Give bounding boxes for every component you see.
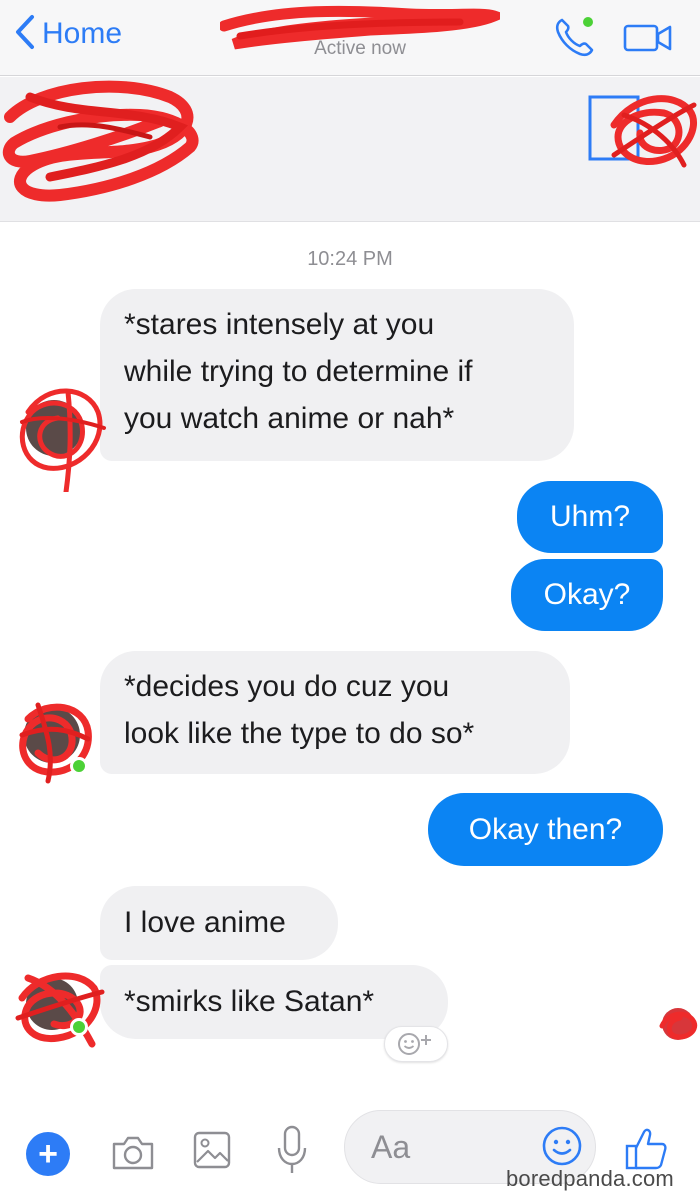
emoji-button[interactable] xyxy=(541,1125,583,1167)
outgoing-message-2[interactable]: Okay? xyxy=(511,559,663,631)
messenger-chat-screen: Home Active now 10:24 PM *stares intense… xyxy=(0,0,700,1200)
redacted-receipt-scribble xyxy=(659,1008,698,1040)
message-input[interactable] xyxy=(371,1125,541,1169)
online-indicator xyxy=(70,757,88,775)
message-timestamp: 10:24 PM xyxy=(307,248,393,270)
incoming-message-3[interactable]: I love anime xyxy=(100,886,338,960)
message-line: you watch anime or nah* xyxy=(124,402,455,435)
video-camera-icon xyxy=(623,24,672,52)
message-line: look like the type to do so* xyxy=(124,717,475,750)
message-line: *stares intensely at you xyxy=(124,308,435,341)
message-text: Okay then? xyxy=(468,813,623,846)
message-text: I love anime xyxy=(124,906,286,939)
camera-icon xyxy=(112,1136,154,1170)
incoming-message-1[interactable]: *stares intensely at you while trying to… xyxy=(100,289,574,461)
photo-button[interactable] xyxy=(192,1130,232,1170)
back-label: Home xyxy=(42,17,123,50)
message-text: Uhm? xyxy=(549,500,631,533)
read-receipt-avatar xyxy=(654,1000,700,1046)
message-text: Okay? xyxy=(543,578,631,611)
redacted-avatar-scribble xyxy=(15,972,105,1048)
contact-banner xyxy=(0,77,700,222)
message-line: *decides you do cuz you xyxy=(124,670,450,703)
conversation-title[interactable]: Active now xyxy=(220,4,500,70)
microphone-button[interactable] xyxy=(276,1124,308,1176)
top-nav-bar: Home Active now xyxy=(0,0,700,76)
online-indicator xyxy=(70,1018,88,1036)
chevron-left-icon xyxy=(14,14,36,55)
photo-icon xyxy=(193,1131,231,1169)
active-status: Active now xyxy=(314,38,406,59)
sender-avatar[interactable] xyxy=(8,695,108,815)
sender-avatar[interactable] xyxy=(8,372,108,495)
emoji-icon xyxy=(542,1126,582,1166)
outgoing-message-3[interactable]: Okay then? xyxy=(428,793,663,866)
microphone-icon xyxy=(277,1125,307,1173)
redacted-avatar-scribble xyxy=(19,388,106,495)
camera-button[interactable] xyxy=(110,1132,156,1172)
back-button[interactable]: Home xyxy=(14,12,122,56)
phone-icon xyxy=(555,17,594,57)
redacted-profile-scribble xyxy=(2,80,199,202)
incoming-message-2[interactable]: *decides you do cuz you look like the ty… xyxy=(100,651,570,774)
plus-icon: + xyxy=(38,1135,58,1173)
profile-action-button[interactable] xyxy=(584,85,700,181)
redacted-avatar-scribble xyxy=(19,702,92,784)
video-call-button[interactable] xyxy=(622,18,674,58)
redacted-button-scribble xyxy=(588,95,698,168)
message-line: while trying to determine if xyxy=(124,355,473,388)
more-options-button[interactable]: + xyxy=(26,1132,70,1176)
outgoing-message-1[interactable]: Uhm? xyxy=(517,481,663,553)
add-reaction-button[interactable] xyxy=(384,1026,448,1062)
call-button[interactable] xyxy=(552,14,598,60)
add-reaction-icon xyxy=(398,1033,431,1055)
message-text: *smirks like Satan* xyxy=(124,985,375,1018)
watermark: boredpanda.com xyxy=(506,1166,674,1191)
sender-avatar[interactable] xyxy=(8,958,108,1078)
